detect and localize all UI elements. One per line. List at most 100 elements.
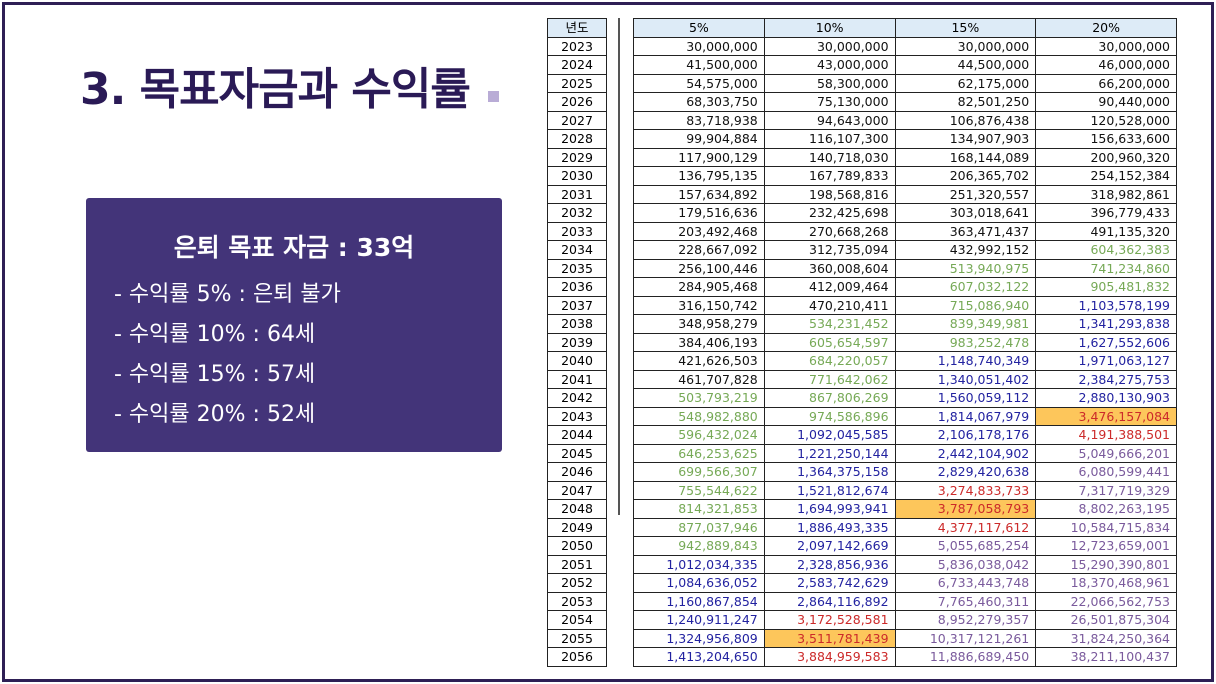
value-cell: 491,135,320 [1035,221,1177,241]
value-cell: 7,317,719,329 [1035,480,1177,500]
year-row: 2025 [547,73,607,93]
year-table: 년도 2023 2024 2025 2026 2027 2028 2029 2030 2031 2… [547,18,607,667]
value-cell: 6,733,443,748 [894,573,1037,593]
year-row: 2030 [547,166,607,186]
value-cell: 384,406,193 [633,332,765,352]
table-row: 814,321,853 1,694,993,941 3,787,058,793 8,8… [633,499,1177,519]
value-cell: 26,501,875,304 [1035,610,1177,630]
value-cell: 905,481,832 [1035,277,1177,297]
year-row: 2027 [547,110,607,130]
value-cell: 18,370,468,961 [1035,573,1177,593]
year-cell: 2050 [547,536,607,556]
value-cell: 11,886,689,450 [894,647,1037,667]
value-cell: 318,982,861 [1035,184,1177,204]
year-row: 2041 [547,369,607,389]
column-header: 10% [763,18,896,38]
value-cell: 1,148,740,349 [894,351,1037,371]
year-cell: 2043 [547,406,607,426]
value-cell: 8,952,279,357 [894,610,1037,630]
year-row: 2029 [547,147,607,167]
highlighted-value-cell: 3,787,058,793 [894,499,1037,519]
year-row: 2033 [547,221,607,241]
value-cell: 270,668,268 [763,221,896,241]
table-row: 256,100,446 360,008,604 513,940,975 741,234… [633,258,1177,278]
value-cell: 2,864,116,892 [763,591,896,611]
value-cell: 699,566,307 [633,462,765,482]
value-cell: 2,583,742,629 [763,573,896,593]
table-row: 1,084,636,052 2,583,742,629 6,733,443,748 1… [633,573,1177,593]
year-cell: 2047 [547,480,607,500]
value-cell: 3,884,959,583 [763,647,896,667]
value-cell: 604,362,383 [1035,240,1177,260]
table-row: 157,634,892 198,568,816 251,320,557 318,982… [633,184,1177,204]
year-row: 2024 [547,55,607,75]
value-cell: 94,643,000 [763,110,896,130]
year-row: 2055 [547,628,607,648]
value-cell: 254,152,384 [1035,166,1177,186]
year-cell: 2040 [547,351,607,371]
year-row: 2051 [547,554,607,574]
year-cell: 2044 [547,425,607,445]
year-row: 2042 [547,388,607,408]
value-cell: 228,667,092 [633,240,765,260]
year-row: 2043 [547,406,607,426]
value-cell: 839,349,981 [894,314,1037,334]
year-row: 2053 [547,591,607,611]
table-row: 30,000,000 30,000,000 30,000,000 30,000,000 [633,36,1177,56]
year-row: 2023 [547,36,607,56]
value-cell: 1,413,204,650 [633,647,765,667]
year-cell: 2048 [547,499,607,519]
value-cell: 1,694,993,941 [763,499,896,519]
table-row: 68,303,750 75,130,000 82,501,250 90,440,000 [633,92,1177,112]
value-cell: 38,211,100,437 [1035,647,1177,667]
value-cell: 203,492,468 [633,221,765,241]
year-row: 2036 [547,277,607,297]
year-cell: 2046 [547,462,607,482]
year-cell: 2031 [547,184,607,204]
year-cell: 2032 [547,203,607,223]
value-cell: 66,200,000 [1035,73,1177,93]
value-cell: 284,905,468 [633,277,765,297]
value-cell: 316,150,742 [633,295,765,315]
year-cell: 2038 [547,314,607,334]
value-cell: 2,384,275,753 [1035,369,1177,389]
value-cell: 1,012,034,335 [633,554,765,574]
year-cell: 2030 [547,166,607,186]
value-cell: 41,500,000 [633,55,765,75]
year-cell: 2053 [547,591,607,611]
value-cell: 2,829,420,638 [894,462,1037,482]
value-cell: 1,221,250,144 [763,443,896,463]
value-cell: 303,018,641 [894,203,1037,223]
value-cell: 43,000,000 [763,55,896,75]
year-cell: 2036 [547,277,607,297]
year-cell: 2055 [547,628,607,648]
value-cell: 771,642,062 [763,369,896,389]
year-cell: 2034 [547,240,607,260]
year-cell: 2054 [547,610,607,630]
column-header: 5% [633,18,765,38]
value-cell: 5,049,666,201 [1035,443,1177,463]
column-header: 20% [1035,18,1177,38]
table-row: 384,406,193 605,654,597 983,252,478 1,627,5… [633,332,1177,352]
value-cell: 1,340,051,402 [894,369,1037,389]
year-row: 2040 [547,351,607,371]
value-cell: 82,501,250 [894,92,1037,112]
value-cell: 44,500,000 [894,55,1037,75]
value-cell: 877,037,946 [633,517,765,537]
year-cell: 2041 [547,369,607,389]
value-cell: 534,231,452 [763,314,896,334]
value-cell: 5,836,038,042 [894,554,1037,574]
table-row: 1,160,867,854 2,864,116,892 7,765,460,311 2… [633,591,1177,611]
year-cell: 2023 [547,36,607,56]
year-cell: 2037 [547,295,607,315]
divider [618,18,620,515]
year-row: 2039 [547,332,607,352]
value-cell: 1,971,063,127 [1035,351,1177,371]
year-cell: 2029 [547,147,607,167]
title-accent-square [488,91,499,102]
table-row: 942,889,843 2,097,142,669 5,055,685,254 12,… [633,536,1177,556]
table-row: 83,718,938 94,643,000 106,876,438 120,528,0… [633,110,1177,130]
table-row: 755,544,622 1,521,812,674 3,274,833,733 7,3… [633,480,1177,500]
value-cell: 432,992,152 [894,240,1037,260]
value-cell: 348,958,279 [633,314,765,334]
